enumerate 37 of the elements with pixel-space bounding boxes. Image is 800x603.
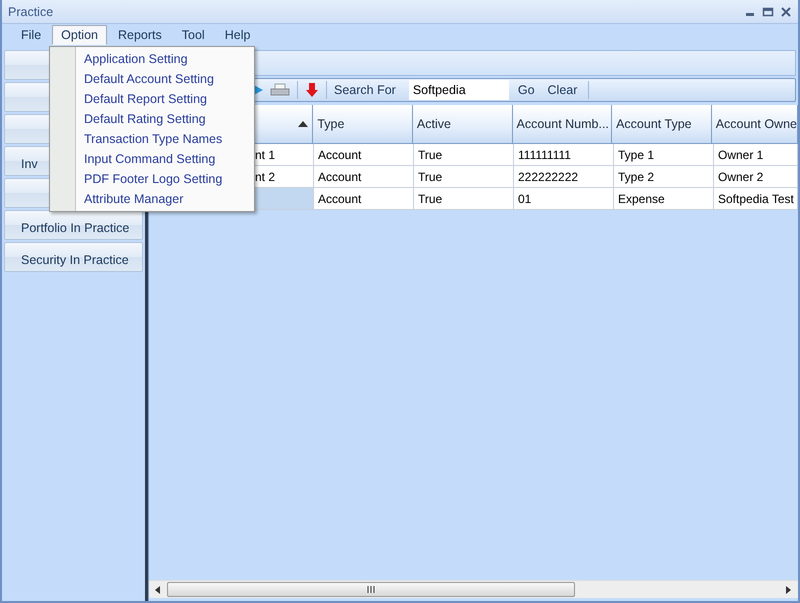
sidebar-button[interactable]: Portfolio In Practice: [4, 210, 143, 240]
menu-item[interactable]: Tool: [172, 25, 214, 45]
toolbar-button[interactable]: Go: [514, 83, 539, 97]
table-cell: Softpedia Test: [714, 188, 798, 210]
table-cell: Owner 2: [714, 166, 798, 188]
menu-item[interactable]: Option: [52, 25, 107, 45]
table-cell: Account: [314, 188, 414, 210]
table-cell: Account: [314, 144, 414, 166]
search-field[interactable]: Softpedia: [408, 80, 509, 100]
menu-item[interactable]: Reports: [109, 25, 171, 45]
menu-item[interactable]: File: [12, 25, 50, 45]
window-title: Practice: [8, 4, 54, 18]
table-cell: 01: [514, 188, 614, 210]
table-cell: True: [414, 166, 514, 188]
table-cell: Owner 1: [714, 144, 798, 166]
sidebar-button[interactable]: Security In Practice: [4, 242, 143, 272]
table-cell: 111111111: [514, 144, 614, 166]
menu-option[interactable]: Default Account Setting: [50, 69, 254, 89]
menu-option[interactable]: Default Report Setting: [50, 89, 254, 109]
menu-option[interactable]: Application Setting: [50, 49, 254, 69]
table-cell: Account: [314, 166, 414, 188]
table-cell: Type 1: [614, 144, 714, 166]
table-cell: True: [414, 188, 514, 210]
table-cell: True: [414, 144, 514, 166]
table-cell: 222222222: [514, 166, 614, 188]
column-header[interactable]: Account Type: [612, 105, 712, 144]
menu-item[interactable]: Help: [216, 25, 260, 45]
column-header[interactable]: Type: [313, 105, 413, 144]
table-cell: Type 2: [614, 166, 714, 188]
menu-option[interactable]: Attribute Manager: [50, 189, 254, 209]
column-header[interactable]: Account Owne: [712, 105, 798, 144]
search-label: Search For: [334, 83, 396, 97]
column-header[interactable]: Active: [412, 105, 512, 144]
toolbar-button[interactable]: Clear: [544, 83, 582, 97]
column-header[interactable]: Account Numb...: [512, 105, 612, 144]
menu-option[interactable]: Default Rating Setting: [50, 109, 254, 129]
table-cell: Expense: [614, 188, 714, 210]
